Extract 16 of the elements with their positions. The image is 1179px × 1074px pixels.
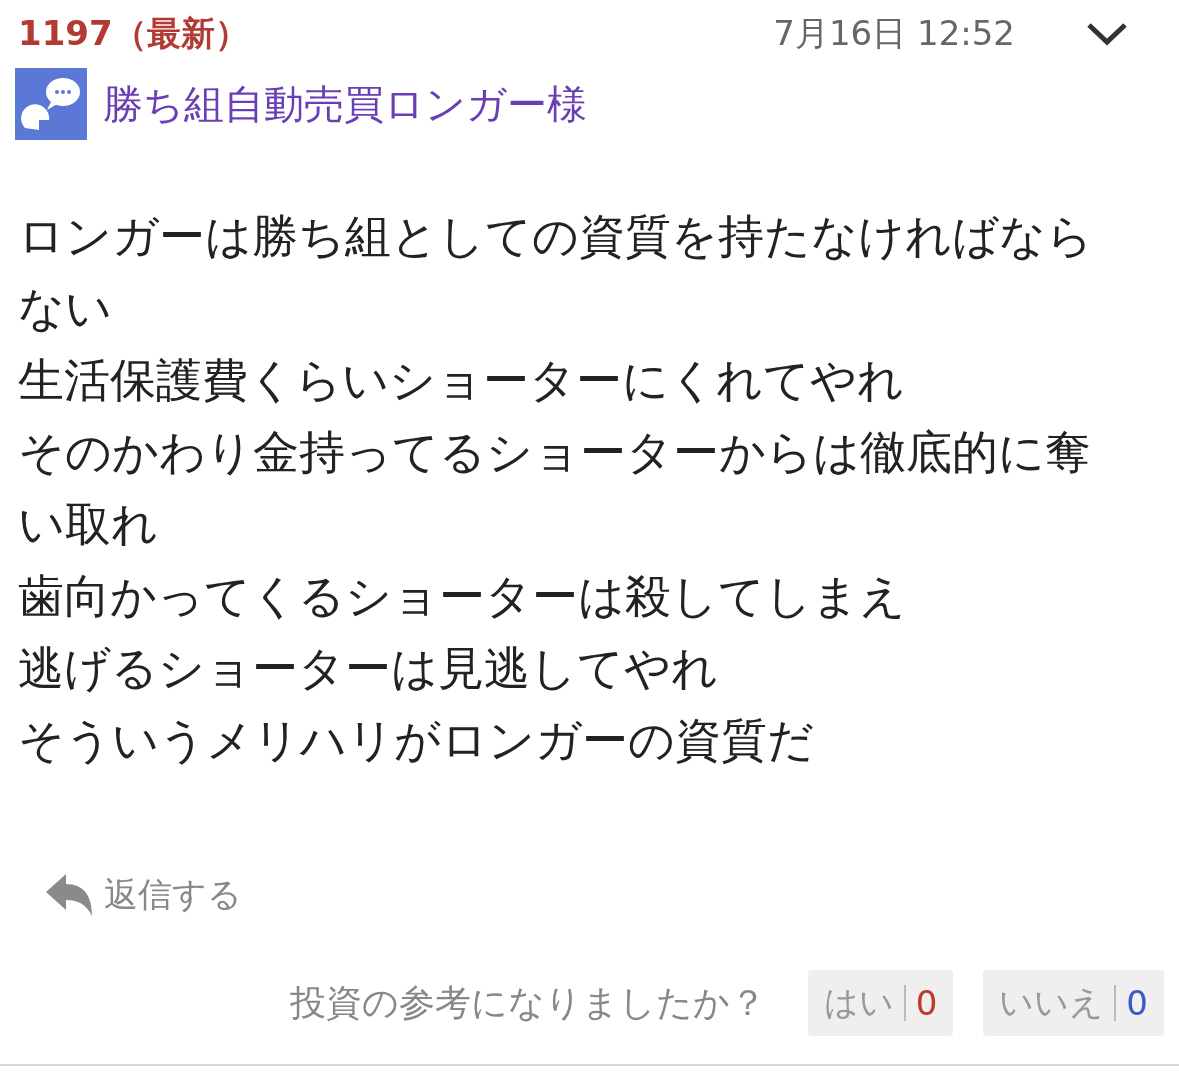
- post-text-line: そういうメリハリがロンガーの資質だ: [18, 712, 815, 769]
- avatar-icon: [15, 68, 87, 140]
- vote-button[interactable]: はい 0: [807, 970, 954, 1036]
- post-text-line: 逃げるショーターは見逃してやれ: [18, 640, 719, 697]
- post-text-line: 歯向かってくるショーターは殺してしまえ: [18, 568, 907, 625]
- chevron-down-icon[interactable]: [1085, 21, 1129, 47]
- reply-arrow-icon: [44, 872, 94, 918]
- post-text-line: 生活保護費くらいショーターにくれてやれ: [18, 352, 905, 409]
- post-number: 1197（最新）: [18, 12, 250, 55]
- author-name[interactable]: 勝ち組自動売買ロンガー様: [103, 76, 587, 132]
- vote-button[interactable]: いいえ 0: [983, 970, 1164, 1036]
- post-text-line: ロンガーは勝ち組としての資質を持たなければならない: [18, 208, 1094, 337]
- post-text-line: そのかわり金持ってるショーターからは徹底的に奪い取れ: [18, 424, 1092, 553]
- reply-button[interactable]: 返信する: [44, 872, 242, 918]
- feedback-question: 投資の参考になりましたか？: [289, 980, 766, 1025]
- post-date: 7月16日 12:52: [773, 12, 1015, 55]
